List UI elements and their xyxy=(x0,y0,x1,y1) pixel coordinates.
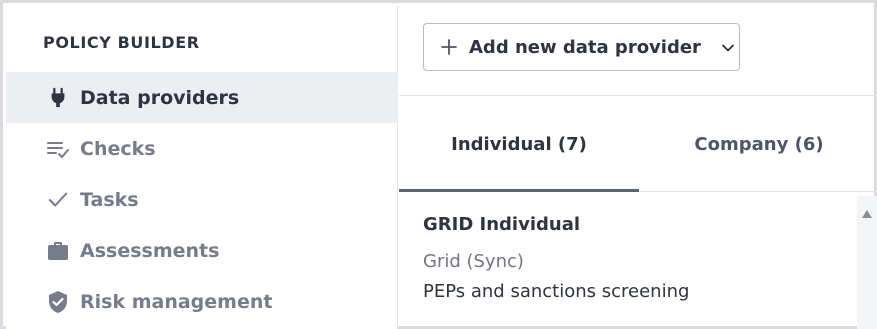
checklist-icon xyxy=(46,137,70,161)
sidebar-item-assessments[interactable]: Assessments xyxy=(6,225,398,276)
main-panel: Add new data provider Individual (7) Com… xyxy=(399,6,877,329)
sidebar-item-label: Assessments xyxy=(80,239,220,262)
sidebar-nav: Data providers Checks Tasks Assessments xyxy=(6,72,398,327)
sidebar-title: POLICY BUILDER xyxy=(43,33,200,52)
chevron-down-icon xyxy=(721,40,735,54)
sidebar-item-checks[interactable]: Checks xyxy=(6,123,398,174)
sidebar-item-label: Tasks xyxy=(80,188,139,211)
provider-tabs: Individual (7) Company (6) xyxy=(399,96,877,193)
provider-source: Grid (Sync) xyxy=(423,251,524,272)
sidebar-item-label: Risk management xyxy=(80,290,273,313)
check-icon xyxy=(46,188,70,212)
shield-check-icon xyxy=(46,290,70,314)
add-data-provider-label: Add new data provider xyxy=(469,36,701,58)
tab-label: Individual (7) xyxy=(451,134,587,155)
add-data-provider-button[interactable]: Add new data provider xyxy=(423,23,740,71)
active-tab-indicator xyxy=(399,189,639,192)
tab-company[interactable]: Company (6) xyxy=(639,96,877,193)
plug-icon xyxy=(46,86,70,110)
plus-icon xyxy=(440,38,458,56)
briefcase-icon xyxy=(46,239,70,263)
provider-list-item[interactable]: GRID Individual Grid (Sync) PEPs and san… xyxy=(399,193,857,329)
tab-individual[interactable]: Individual (7) xyxy=(399,96,639,193)
sidebar-item-tasks[interactable]: Tasks xyxy=(6,174,398,225)
app-frame: POLICY BUILDER Data providers Checks Tas… xyxy=(0,0,877,329)
sidebar-item-data-providers[interactable]: Data providers xyxy=(6,72,398,123)
provider-description: PEPs and sanctions screening xyxy=(423,281,690,302)
scroll-up-arrow-icon[interactable] xyxy=(861,204,873,218)
sidebar: POLICY BUILDER Data providers Checks Tas… xyxy=(6,6,398,329)
sidebar-item-label: Checks xyxy=(80,137,156,160)
sidebar-item-risk-management[interactable]: Risk management xyxy=(6,276,398,327)
sidebar-item-label: Data providers xyxy=(80,86,240,109)
provider-title: GRID Individual xyxy=(423,214,581,235)
tabs-border xyxy=(639,191,877,192)
scrollbar[interactable] xyxy=(857,196,877,329)
tab-label: Company (6) xyxy=(694,134,824,155)
